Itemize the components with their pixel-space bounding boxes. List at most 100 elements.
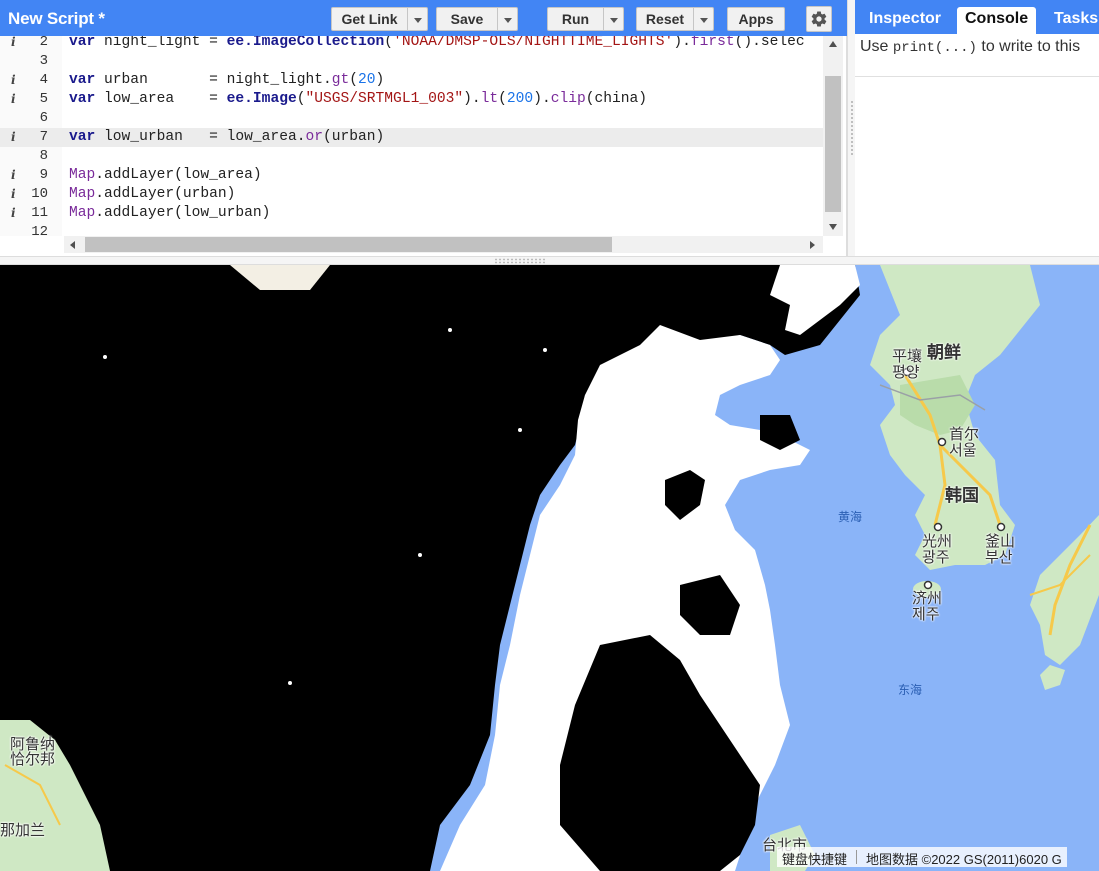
line-number: 6 [39, 110, 48, 126]
vertical-splitter[interactable] [847, 0, 855, 256]
drag-handle-icon [494, 258, 546, 264]
chevron-down-icon [503, 17, 512, 23]
map-label-yellow-sea: 黄海 [838, 510, 863, 524]
console-message-suffix: to write to this [976, 38, 1081, 55]
tab-console[interactable]: Console [957, 7, 1037, 34]
map-label-pyongyang-ko: 평양 [892, 363, 920, 381]
code-line[interactable]: i 7 var low_urban = low_area.or(urban) [0, 128, 823, 147]
line-number: 3 [39, 53, 48, 69]
info-icon[interactable]: i [11, 128, 16, 147]
code-line[interactable]: i 5 var low_area = ee.Image("USGS/SRTMGL1_… [0, 90, 823, 109]
land-japan [1030, 515, 1099, 665]
get-link-button[interactable]: Get Link [331, 7, 408, 31]
code-text: var night_light = ee.ImageCollection('NO… [69, 36, 805, 50]
keyboard-shortcuts-link[interactable]: 键盘快捷键 [777, 847, 852, 867]
console-message-code: print(...) [892, 40, 977, 56]
line-number: 5 [39, 91, 48, 107]
reset-button[interactable]: Reset [636, 7, 694, 31]
map-attribution: 键盘快捷键 地图数据 ©2022 GS(2011)6020 G [777, 847, 1067, 867]
info-icon[interactable]: i [11, 71, 16, 90]
code-text: var urban = night_light.gt(20) [69, 72, 385, 88]
run-button-group: Run [547, 7, 624, 31]
horizontal-splitter[interactable] [0, 256, 1099, 265]
code-line[interactable]: i 9 Map.addLayer(low_area) [0, 166, 823, 185]
gear-icon [811, 11, 827, 27]
map-label-nagaland: 那加兰 [0, 821, 46, 839]
attribution-divider [856, 850, 858, 864]
code-area[interactable]: i 2 var night_light = ee.ImageCollection('… [0, 36, 823, 236]
code-editor-panel: New Script * Get Link Save Run Reset App… [0, 0, 847, 256]
reset-button-group: Reset [636, 7, 714, 31]
code-line[interactable]: i 11 Map.addLayer(low_urban) [0, 204, 823, 223]
reset-dropdown-button[interactable] [694, 7, 714, 31]
editor-toolbar: New Script * Get Link Save Run Reset App… [0, 0, 847, 36]
console-divider [855, 76, 1099, 77]
map-label-north-korea: 朝鲜 [927, 343, 961, 363]
tab-inspector[interactable]: Inspector [861, 7, 949, 34]
info-icon[interactable]: i [11, 166, 16, 185]
code-line[interactable]: i 2 var night_light = ee.ImageCollection('… [0, 36, 823, 52]
map-label-busan-ko: 부산 [985, 548, 1013, 566]
save-dropdown-button[interactable] [498, 7, 518, 31]
code-line[interactable]: 6 [0, 109, 823, 128]
line-number: 4 [39, 72, 48, 88]
apps-button[interactable]: Apps [727, 7, 785, 31]
vertical-scrollbar[interactable] [823, 36, 843, 236]
line-number: 2 [39, 36, 48, 50]
horizontal-scrollbar[interactable] [64, 236, 823, 253]
line-number: 8 [39, 148, 48, 164]
code-line[interactable]: i 4 var urban = night_light.gt(20) [0, 71, 823, 90]
line-number: 7 [39, 129, 48, 145]
get-link-dropdown-button[interactable] [408, 7, 428, 31]
info-icon[interactable]: i [11, 204, 16, 223]
info-icon[interactable]: i [11, 185, 16, 204]
right-panel: Inspector Console Tasks Use print(...) t… [855, 0, 1099, 256]
map-canvas[interactable]: 朝鲜 平壤 평양 首尔 서울 韩国 黄海 光州 광주 釜山 부산 济州 제주 东… [0, 265, 1099, 871]
code-line[interactable]: 3 [0, 52, 823, 71]
map-label-pyongyang-zh: 平壤 [892, 347, 923, 365]
map-label-arunachal-2: 恰尔邦 [10, 750, 56, 768]
horizontal-scrollbar-thumb[interactable] [85, 237, 612, 252]
info-icon[interactable]: i [11, 90, 16, 109]
line-number: 12 [31, 224, 48, 236]
code-text: var low_urban = low_area.or(urban) [69, 129, 385, 145]
map-label-east-china-sea: 东海 [898, 683, 923, 697]
line-number: 9 [39, 167, 48, 183]
line-number: 11 [31, 205, 48, 221]
code-text: Map.addLayer(urban) [69, 186, 236, 202]
map-label-gwangju-zh: 光州 [922, 532, 953, 550]
map-label-jeju-ko: 제주 [912, 605, 940, 623]
script-title[interactable]: New Script * [8, 9, 105, 29]
settings-button[interactable] [806, 6, 832, 32]
right-panel-tabs: Inspector Console Tasks [855, 0, 1099, 34]
code-text: var low_area = ee.Image("USGS/SRTMGL1_00… [69, 91, 648, 107]
info-icon[interactable]: i [11, 36, 16, 52]
map-label-south-korea: 韩国 [945, 486, 979, 506]
save-button-group: Save [436, 7, 518, 31]
get-link-button-group: Get Link [331, 7, 428, 31]
map-label-jeju-zh: 济州 [912, 589, 943, 607]
run-button[interactable]: Run [547, 7, 604, 31]
chevron-down-icon [609, 17, 618, 23]
vertical-scrollbar-thumb[interactable] [825, 76, 841, 212]
map-label-seoul-ko: 서울 [949, 441, 977, 459]
code-line[interactable]: 8 [0, 147, 823, 166]
land-japan-south [1040, 665, 1065, 690]
code-text: Map.addLayer(low_area) [69, 167, 262, 183]
map-label-seoul-zh: 首尔 [949, 425, 980, 443]
console-message: Use print(...) to write to this [860, 38, 1080, 56]
apps-button-group: Apps [727, 7, 785, 31]
map-label-gwangju-ko: 광주 [922, 548, 950, 566]
chevron-down-icon [699, 17, 708, 23]
tab-tasks[interactable]: Tasks [1046, 7, 1099, 34]
run-dropdown-button[interactable] [604, 7, 624, 31]
line-number: 10 [31, 186, 48, 202]
console-message-prefix: Use [860, 38, 893, 55]
save-button[interactable]: Save [436, 7, 498, 31]
chevron-down-icon [413, 17, 422, 23]
code-text: Map.addLayer(low_urban) [69, 205, 271, 221]
map-label-busan-zh: 釜山 [985, 532, 1016, 550]
code-line[interactable]: 12 [0, 223, 823, 236]
code-line[interactable]: i 10 Map.addLayer(urban) [0, 185, 823, 204]
drag-handle-icon [850, 100, 854, 156]
